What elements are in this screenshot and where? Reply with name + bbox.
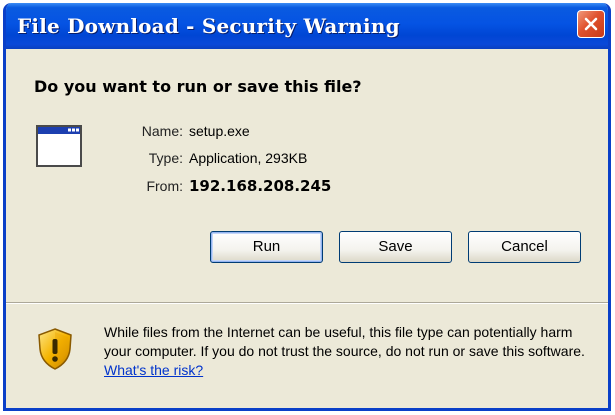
warning-message: While files from the Internet can be use… bbox=[104, 323, 594, 380]
dialog-question: Do you want to run or save this file? bbox=[34, 77, 362, 96]
file-name-row: Name: setup.exe bbox=[130, 123, 410, 139]
shield-warning-icon bbox=[38, 328, 72, 370]
run-button[interactable]: Run bbox=[210, 231, 323, 263]
close-icon bbox=[584, 17, 598, 31]
application-window-icon bbox=[36, 125, 82, 167]
file-type-value: Application, 293KB bbox=[189, 150, 308, 166]
warning-text: While files from the Internet can be use… bbox=[104, 324, 585, 359]
window-title: File Download - Security Warning bbox=[17, 14, 400, 38]
security-warning-dialog: File Download - Security Warning Do you … bbox=[3, 3, 611, 411]
file-name-value: setup.exe bbox=[189, 123, 250, 139]
file-from-value: 192.168.208.245 bbox=[189, 177, 332, 195]
file-from-label: From: bbox=[146, 178, 183, 194]
section-divider bbox=[6, 302, 608, 304]
file-from-row: From: 192.168.208.245 bbox=[130, 177, 410, 195]
file-name-label: Name: bbox=[141, 123, 183, 139]
file-type-row: Type: Application, 293KB bbox=[130, 150, 410, 166]
close-button[interactable] bbox=[577, 10, 605, 38]
whats-the-risk-link[interactable]: What's the risk? bbox=[104, 362, 203, 378]
file-type-label: Type: bbox=[148, 150, 183, 166]
cancel-button[interactable]: Cancel bbox=[468, 231, 581, 263]
title-bar[interactable]: File Download - Security Warning bbox=[6, 3, 608, 49]
save-button[interactable]: Save bbox=[339, 231, 452, 263]
